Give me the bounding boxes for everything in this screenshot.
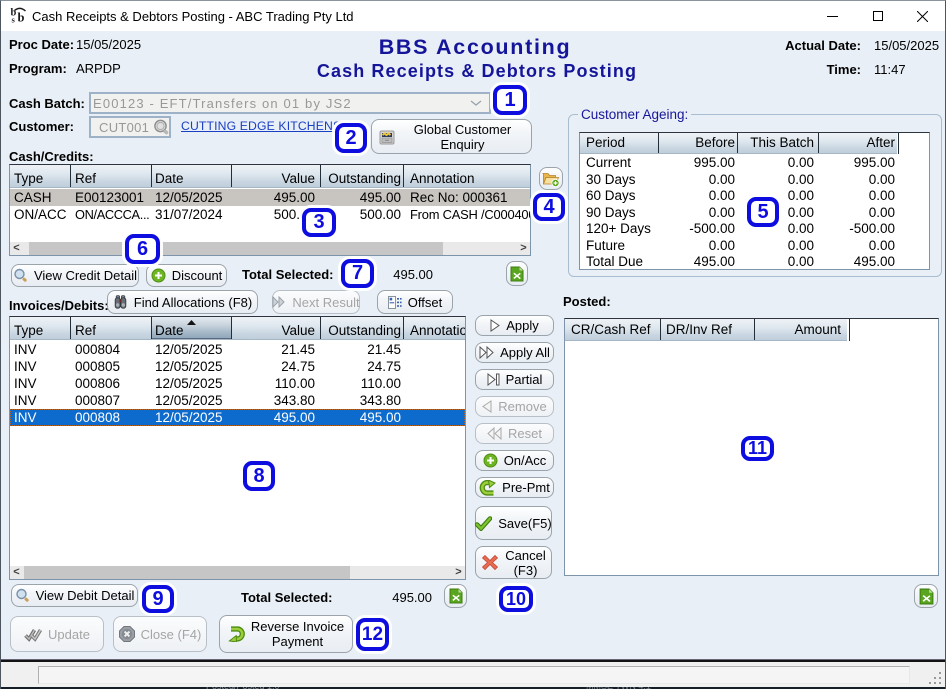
svg-text:b: b [18,11,25,25]
